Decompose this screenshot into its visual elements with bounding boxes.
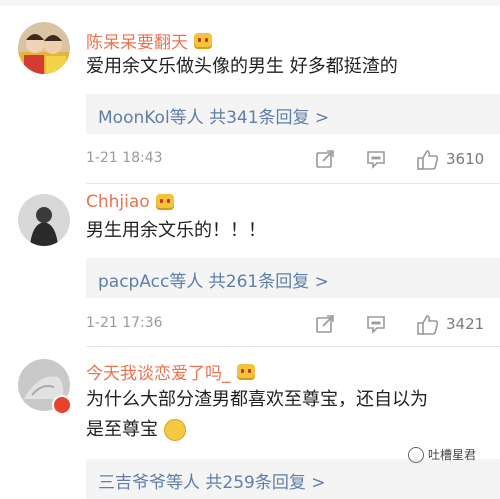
avatar[interactable] <box>18 22 70 74</box>
watermark: 吐槽星君 <box>408 446 476 463</box>
vip-crown-icon <box>194 32 212 49</box>
verified-badge-icon <box>52 395 72 415</box>
reply-link[interactable]: pacpAcc等人 共261条回复 > <box>98 267 329 292</box>
username-text[interactable]: Chhjiao <box>86 192 150 212</box>
like-icon[interactable] <box>416 148 440 176</box>
reply-summary[interactable]: pacpAcc等人 共261条回复 > <box>86 258 500 298</box>
username[interactable]: Chhjiao <box>86 192 174 212</box>
share-icon[interactable] <box>314 148 336 174</box>
comment-meta: 1-21 17:36 3421 <box>86 313 500 337</box>
comment-meta: 1-21 18:43 3610 <box>86 148 500 172</box>
comment-text-line: 为什么大部分渣男都喜欢至尊宝，还自以为 <box>86 389 428 410</box>
divider <box>86 346 500 347</box>
timestamp: 1-21 17:36 <box>86 315 163 331</box>
vip-crown-icon <box>155 194 174 210</box>
thinking-emoji-icon <box>164 419 186 441</box>
comment-text: 为什么大部分渣男都喜欢至尊宝，还自以为 是至尊宝 <box>86 385 486 445</box>
reply-link[interactable]: 三吉爷爷等人 共259条回复 > <box>98 468 326 493</box>
avatar[interactable] <box>18 194 70 246</box>
top-strip <box>0 0 500 6</box>
reply-link[interactable]: MoonKol等人 共341条回复 > <box>98 103 329 128</box>
share-icon[interactable] <box>314 313 336 339</box>
username-text[interactable]: 陈呆呆要翻天 <box>86 28 188 53</box>
reply-summary[interactable]: MoonKol等人 共341条回复 > <box>86 94 500 134</box>
like-count: 3421 <box>446 315 485 333</box>
like-count: 3610 <box>446 150 485 168</box>
vip-crown-icon <box>236 363 255 380</box>
comment-text: 男生用余文乐的！！！ <box>86 220 266 241</box>
comment-text-line: 是至尊宝 <box>86 419 158 440</box>
comment-text-line-2: 是至尊宝 <box>86 415 486 445</box>
watermark-logo-icon <box>408 446 424 463</box>
username-text[interactable]: 今天我谈恋爱了吗_ <box>86 359 231 384</box>
comment-icon[interactable] <box>365 313 387 339</box>
username[interactable]: 陈呆呆要翻天 <box>86 28 212 53</box>
watermark-text: 吐槽星君 <box>428 448 477 462</box>
reply-summary[interactable]: 三吉爷爷等人 共259条回复 > <box>86 459 500 499</box>
comment-text: 爱用余文乐做头像的男生 好多都挺渣的 <box>86 56 398 77</box>
username[interactable]: 今天我谈恋爱了吗_ <box>86 359 255 384</box>
timestamp: 1-21 18:43 <box>86 150 163 166</box>
divider <box>86 183 500 184</box>
comment-icon[interactable] <box>365 148 387 174</box>
like-icon[interactable] <box>416 313 440 341</box>
